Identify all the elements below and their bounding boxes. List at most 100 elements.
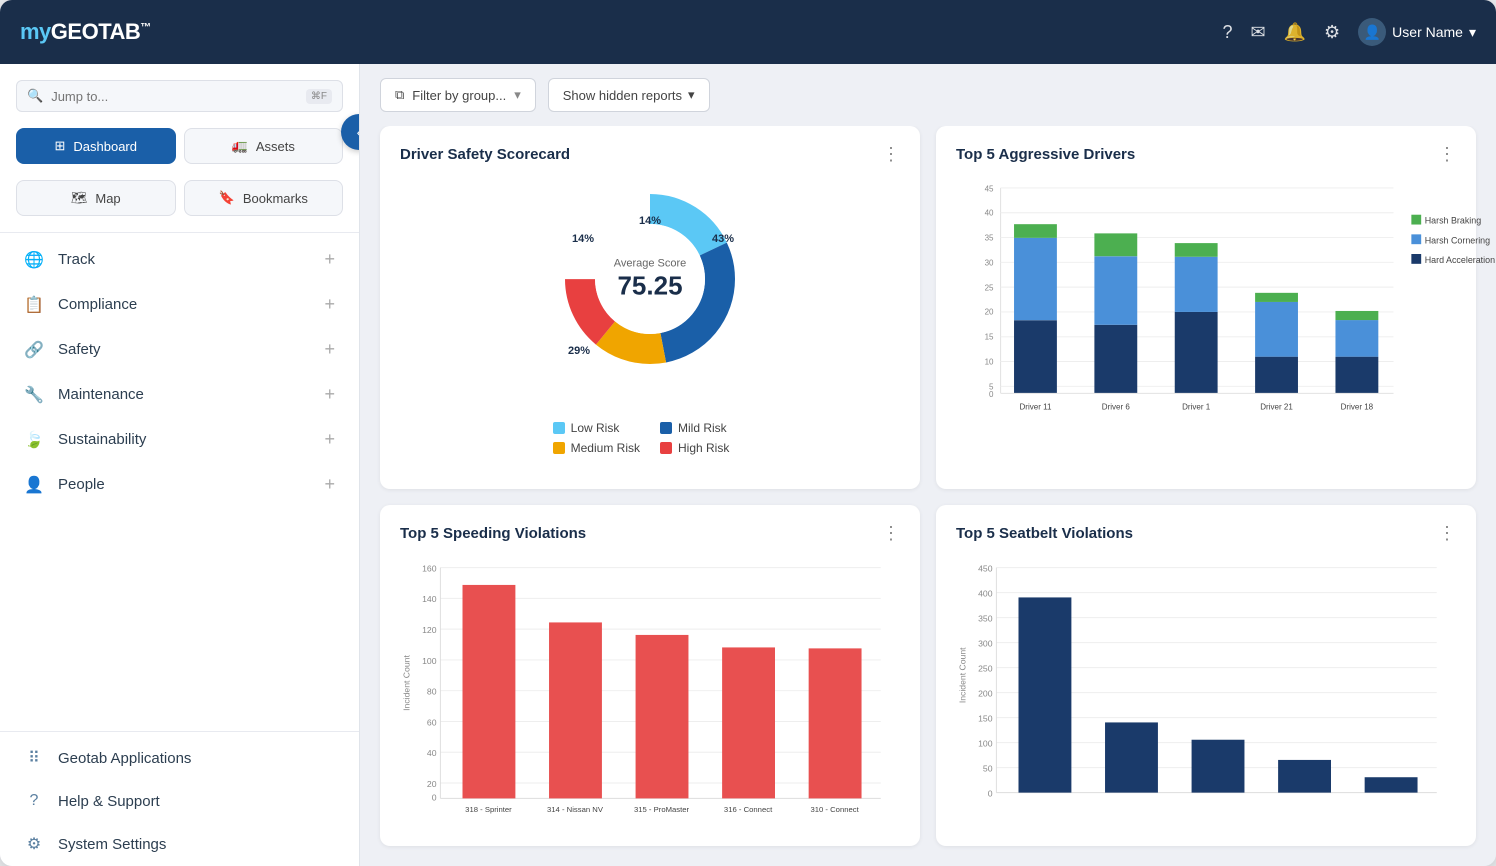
legend-medium-risk: Medium Risk: [553, 441, 640, 455]
sustainability-expand-icon[interactable]: +: [324, 429, 335, 450]
aggressive-drivers-chart-wrap: 45 40 35 30 25 20 15: [956, 179, 1456, 434]
show-hidden-reports-button[interactable]: Show hidden reports ▾: [548, 78, 710, 112]
donut-svg-wrap: Average Score 75.25: [550, 179, 750, 379]
track-label: Track: [58, 251, 310, 268]
nav-grid-2: 🗺 Map 🔖 Bookmarks: [0, 180, 359, 228]
compliance-label: Compliance: [58, 296, 310, 313]
sidebar-item-bookmarks[interactable]: 🔖 Bookmarks: [184, 180, 344, 216]
speeding-violations-card: Top 5 Speeding Violations ⋮ 160 140 120 …: [380, 505, 920, 847]
svg-text:40: 40: [985, 209, 994, 218]
svg-text:300: 300: [978, 638, 993, 648]
sidebar-item-system-settings[interactable]: ⚙ System Settings: [0, 822, 359, 866]
seatbelt-menu-button[interactable]: ⋮: [1438, 523, 1458, 544]
mail-icon[interactable]: ✉: [1251, 22, 1266, 43]
d6-harsh-brk-bar: [1094, 233, 1137, 256]
d18-harsh-corn-bar: [1335, 320, 1378, 357]
svg-text:10: 10: [985, 358, 994, 367]
filter-by-group-button[interactable]: ⧉ Filter by group... ▾: [380, 78, 536, 112]
d18-hard-acc-bar: [1335, 357, 1378, 394]
map-icon: 🗺: [71, 190, 88, 206]
sidebar-item-people[interactable]: 👤 People +: [0, 462, 359, 507]
legend-label-mild-risk: Mild Risk: [678, 421, 727, 435]
sidebar-item-maintenance[interactable]: 🔧 Maintenance +: [0, 372, 359, 417]
search-box[interactable]: 🔍 ⌘F: [16, 80, 343, 112]
speeding-menu-button[interactable]: ⋮: [882, 523, 902, 544]
assets-label: Assets: [256, 139, 295, 154]
search-input[interactable]: [51, 89, 298, 104]
compliance-icon: 📋: [24, 295, 44, 315]
sustainability-label: Sustainability: [58, 431, 310, 448]
donut-center: Average Score 75.25: [614, 256, 687, 301]
legend-harsh-cornering-dot: [1411, 234, 1421, 244]
maintenance-icon: 🔧: [24, 385, 44, 405]
speeding-label-4: 316 - Connect: [724, 804, 773, 813]
svg-text:80: 80: [427, 686, 437, 696]
search-icon: 🔍: [27, 88, 43, 104]
aggressive-drivers-card: Top 5 Aggressive Drivers ⋮ 45 40 3: [936, 126, 1476, 489]
logo-text: myGEOTAB™: [20, 19, 151, 45]
filter-icon: ⧉: [395, 87, 404, 103]
svg-text:45: 45: [985, 185, 994, 194]
seatbelt-bar-3: [1192, 739, 1245, 792]
assets-icon: 🚛: [232, 138, 248, 154]
sidebar-item-compliance[interactable]: 📋 Compliance +: [0, 282, 359, 327]
sidebar-item-track[interactable]: 🌐 Track +: [0, 237, 359, 282]
d11-harsh-corn-bar: [1014, 238, 1057, 320]
sidebar-item-dashboard[interactable]: ⊞ Dashboard: [16, 128, 176, 164]
seatbelt-bar-4: [1278, 759, 1331, 792]
safety-label: Safety: [58, 341, 310, 358]
sidebar-item-safety[interactable]: 🔗 Safety +: [0, 327, 359, 372]
compliance-expand-icon[interactable]: +: [324, 294, 335, 315]
user-menu[interactable]: 👤 User Name ▾: [1358, 18, 1476, 46]
seatbelt-bar-2: [1105, 722, 1158, 792]
sidebar-divider-2: [0, 731, 359, 732]
content-toolbar: ⧉ Filter by group... ▾ Show hidden repor…: [360, 64, 1496, 126]
bookmarks-label: Bookmarks: [243, 191, 308, 206]
map-label: Map: [95, 191, 120, 206]
speeding-bar-1: [463, 584, 516, 797]
speeding-bar-2: [549, 622, 602, 798]
legend-dot-high-risk: [660, 442, 672, 454]
sidebar-item-geotab-apps[interactable]: ⠿ Geotab Applications: [0, 736, 359, 780]
svg-text:0: 0: [989, 390, 994, 399]
speeding-label-3: 315 - ProMaster: [634, 804, 690, 813]
geotab-apps-label: Geotab Applications: [58, 750, 191, 767]
maintenance-expand-icon[interactable]: +: [324, 384, 335, 405]
speeding-bar-3: [636, 634, 689, 797]
bookmarks-icon: 🔖: [219, 190, 235, 206]
sidebar-item-sustainability[interactable]: 🍃 Sustainability +: [0, 417, 359, 462]
d6-harsh-corn-bar: [1094, 256, 1137, 324]
donut-legend: Low Risk Mild Risk Medium Risk: [553, 421, 748, 455]
sidebar-item-assets[interactable]: 🚛 Assets: [184, 128, 344, 164]
filter-dropdown-arrow: ▾: [514, 87, 521, 103]
top-nav-right: ? ✉ 🔔 ⚙ 👤 User Name ▾: [1223, 18, 1477, 46]
sidebar-item-map[interactable]: 🗺 Map: [16, 180, 176, 216]
d21-label: Driver 21: [1260, 402, 1293, 411]
svg-text:140: 140: [422, 594, 437, 604]
aggressive-drivers-svg: 45 40 35 30 25 20 15: [956, 179, 1456, 429]
help-icon[interactable]: ?: [1223, 22, 1233, 43]
legend-label-low-risk: Low Risk: [571, 421, 620, 435]
logo-area: myGEOTAB™: [20, 19, 340, 45]
svg-text:20: 20: [427, 778, 437, 788]
aggressive-drivers-menu-button[interactable]: ⋮: [1438, 144, 1458, 165]
svg-text:400: 400: [978, 588, 993, 598]
svg-text:60: 60: [427, 717, 437, 727]
safety-expand-icon[interactable]: +: [324, 339, 335, 360]
svg-text:50: 50: [983, 763, 993, 773]
settings-icon[interactable]: ⚙: [1324, 22, 1340, 43]
sidebar-item-help-support[interactable]: ? Help & Support: [0, 780, 359, 822]
seatbelt-bar-1: [1019, 597, 1072, 792]
filter-label: Filter by group...: [412, 88, 506, 103]
track-expand-icon[interactable]: +: [324, 249, 335, 270]
safety-icon: 🔗: [24, 340, 44, 360]
scorecard-menu-button[interactable]: ⋮: [882, 144, 902, 165]
track-icon: 🌐: [24, 250, 44, 270]
people-expand-icon[interactable]: +: [324, 474, 335, 495]
d21-harsh-corn-bar: [1255, 302, 1298, 357]
d21-hard-acc-bar: [1255, 357, 1298, 394]
bell-icon[interactable]: 🔔: [1284, 22, 1306, 43]
seatbelt-violations-title: Top 5 Seatbelt Violations: [956, 525, 1456, 542]
sidebar-divider-1: [0, 232, 359, 233]
svg-text:350: 350: [978, 613, 993, 623]
